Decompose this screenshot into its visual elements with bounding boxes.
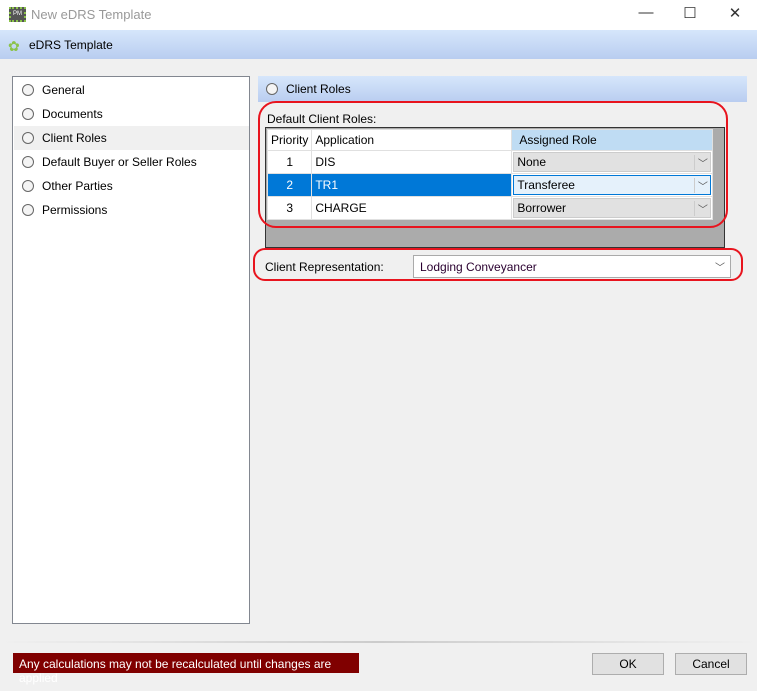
sidebar-item-default-buyer-seller-roles[interactable]: Default Buyer or Seller Roles bbox=[14, 150, 249, 174]
radio-icon bbox=[22, 180, 34, 192]
highlight-annotation bbox=[253, 248, 743, 281]
window-title: New eDRS Template bbox=[31, 7, 152, 22]
sidebar: General Documents Client Roles Default B… bbox=[12, 76, 250, 624]
section-header: Client Roles bbox=[258, 76, 747, 102]
sidebar-item-label: Client Roles bbox=[42, 131, 107, 145]
header-title: eDRS Template bbox=[29, 38, 113, 52]
sidebar-item-other-parties[interactable]: Other Parties bbox=[14, 174, 249, 198]
sidebar-item-documents[interactable]: Documents bbox=[14, 102, 249, 126]
sidebar-item-label: Documents bbox=[42, 107, 103, 121]
gear-flower-icon: ✿ bbox=[8, 38, 20, 54]
cancel-button[interactable]: Cancel bbox=[675, 653, 747, 675]
radio-icon bbox=[22, 204, 34, 216]
highlight-annotation bbox=[258, 101, 728, 228]
sidebar-item-client-roles[interactable]: Client Roles bbox=[14, 126, 249, 150]
header-band bbox=[0, 30, 757, 59]
minimize-button[interactable]: — bbox=[631, 4, 661, 24]
sidebar-item-general[interactable]: General bbox=[14, 78, 249, 102]
ok-button[interactable]: OK bbox=[592, 653, 664, 675]
sidebar-item-label: Permissions bbox=[42, 203, 108, 217]
sidebar-item-label: Other Parties bbox=[42, 179, 113, 193]
sidebar-item-label: Default Buyer or Seller Roles bbox=[42, 155, 197, 169]
radio-icon bbox=[266, 83, 278, 95]
radio-icon bbox=[22, 84, 34, 96]
maximize-button[interactable]: ☐ bbox=[675, 4, 705, 24]
footer-divider bbox=[0, 641, 757, 643]
radio-icon bbox=[22, 132, 34, 144]
sidebar-item-label: General bbox=[42, 83, 85, 97]
section-title: Client Roles bbox=[286, 82, 351, 96]
warning-message: Any calculations may not be recalculated… bbox=[13, 653, 359, 685]
radio-icon bbox=[22, 108, 34, 120]
radio-icon bbox=[22, 156, 34, 168]
app-icon: PM bbox=[9, 7, 26, 22]
close-button[interactable]: ✕ bbox=[720, 4, 750, 24]
sidebar-item-permissions[interactable]: Permissions bbox=[14, 198, 249, 222]
